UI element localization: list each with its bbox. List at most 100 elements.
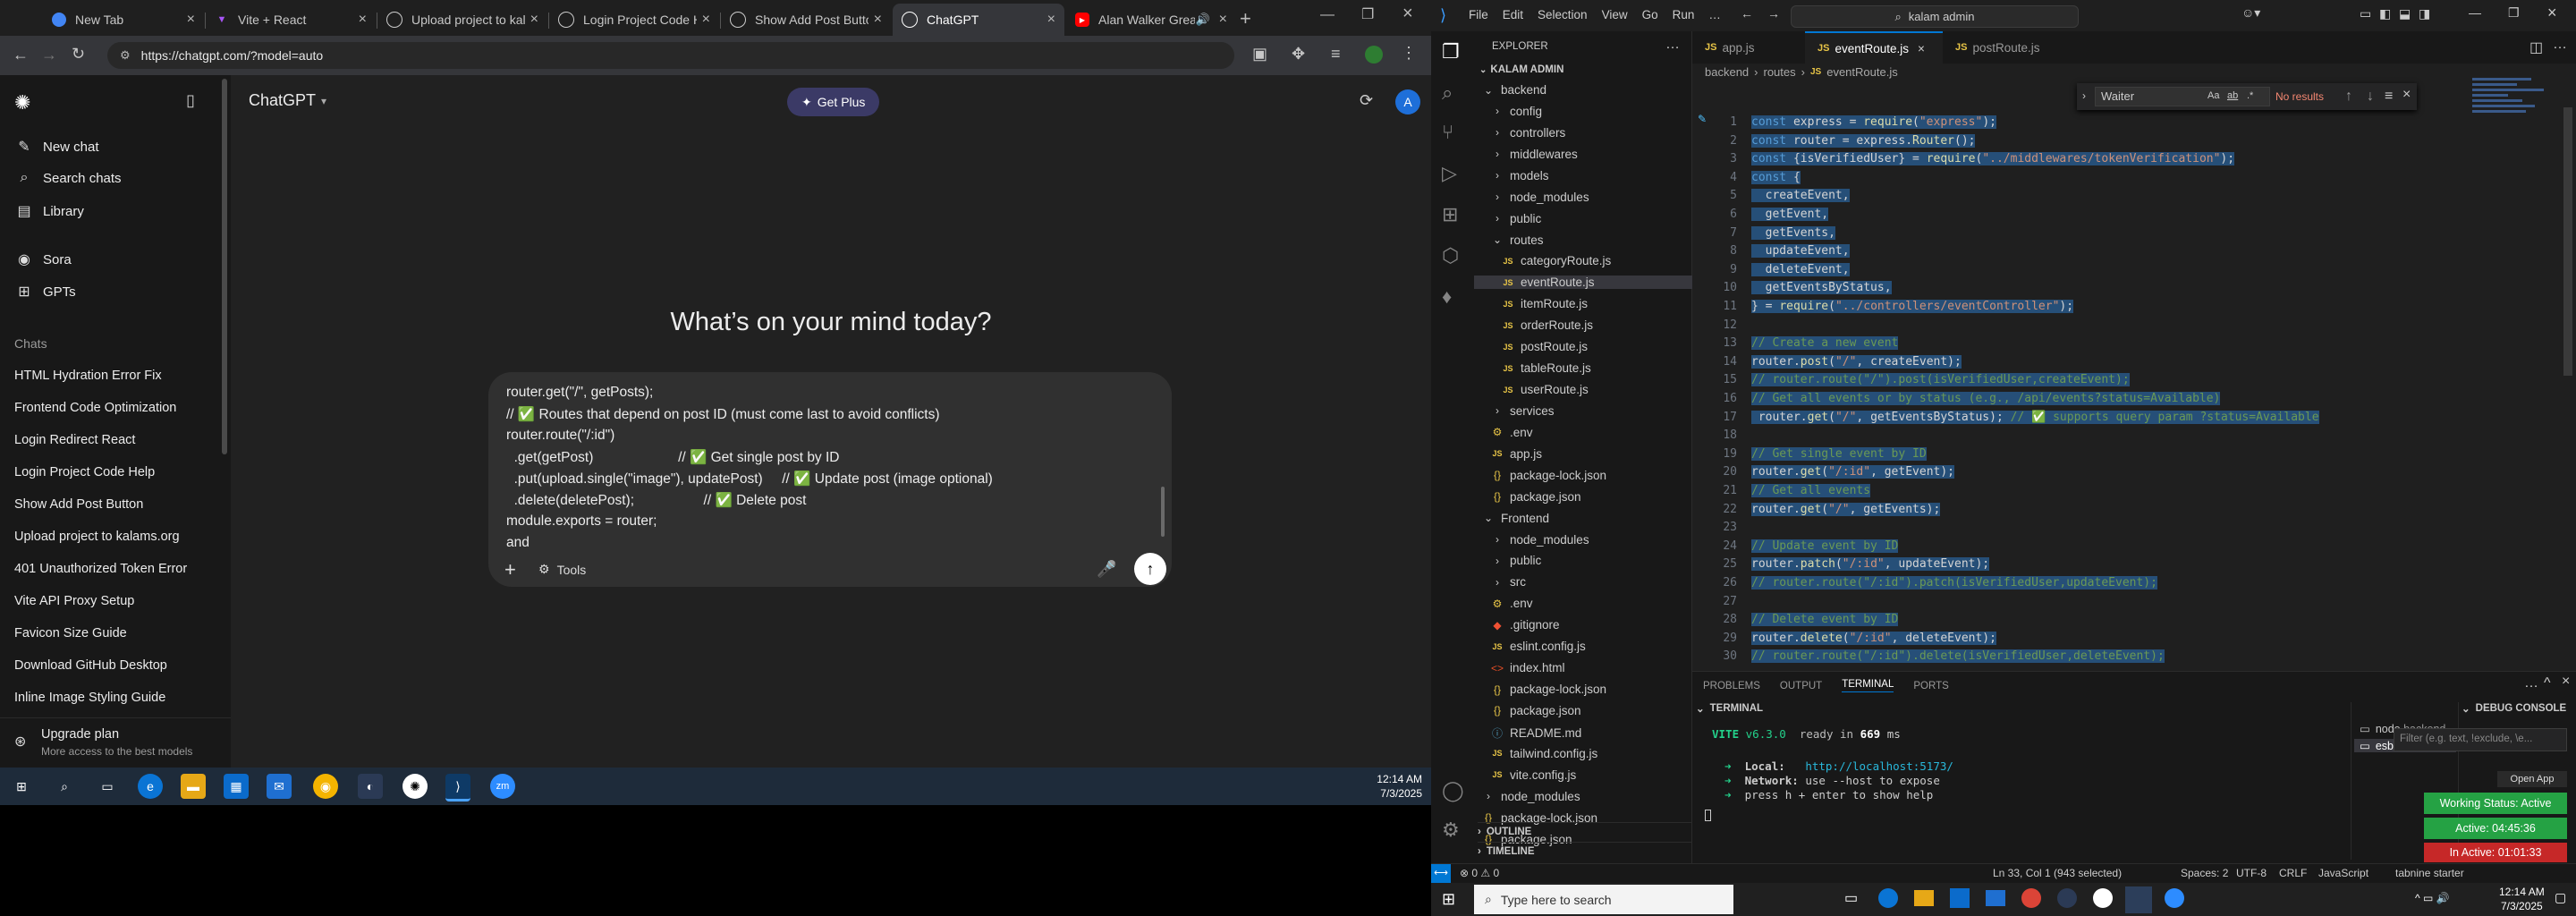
zoom-icon[interactable] — [2165, 888, 2184, 908]
tree-folder[interactable]: › services — [1490, 404, 1555, 418]
tray-icons[interactable]: ^ ▭ 🔊 — [2415, 892, 2450, 904]
code-line[interactable]: // Get single event by ID — [1751, 446, 1927, 461]
code-line[interactable]: const router = express.Router(); — [1751, 133, 1976, 148]
maximize-panel-icon[interactable]: ^ — [2544, 675, 2551, 691]
extension-icon[interactable]: ▣ — [1252, 45, 1267, 64]
previous-match-icon[interactable]: ↑ — [2345, 89, 2352, 105]
edge-icon[interactable] — [1878, 888, 1898, 908]
tab-new-tab[interactable]: New Tab × — [43, 4, 204, 36]
tab-upload-project[interactable]: Upload project to kala × — [377, 4, 547, 36]
indentation[interactable]: Spaces: 2 — [2181, 867, 2228, 879]
minimize-icon[interactable]: — — [2469, 5, 2481, 20]
new-tab-button[interactable]: + — [1240, 7, 1251, 30]
toggle-sidebar-icon[interactable]: ◧ — [2379, 6, 2391, 21]
match-word-toggle[interactable]: ab — [2227, 90, 2238, 101]
reload-icon[interactable]: ↻ — [72, 45, 85, 64]
tab-show-add-post[interactable]: Show Add Post Button × — [721, 4, 891, 36]
source-control-icon[interactable]: ⑂ — [1442, 121, 1453, 144]
window-close-icon[interactable]: × — [1402, 4, 1413, 24]
copilot-icon[interactable]: ☺▾ — [2241, 5, 2260, 21]
debug-filter-input[interactable]: Filter (e.g. text, !exclude, \e... — [2394, 728, 2567, 751]
composer-line[interactable]: router.route("/:id") — [506, 428, 614, 444]
tree-folder[interactable]: ⌄ Frontend — [1481, 512, 1549, 525]
code-line[interactable]: // router.route("/").post(isVerifiedUser… — [1751, 373, 2130, 387]
tree-folder[interactable]: › src — [1490, 575, 1526, 589]
chrome-canary-icon[interactable] — [2057, 888, 2077, 908]
code-line[interactable]: // Update event by ID — [1751, 539, 1899, 553]
get-plus-button[interactable]: ✦ Get Plus — [787, 88, 880, 116]
remote-icon[interactable]: ⬡ — [1442, 244, 1459, 267]
maximize-icon[interactable]: ❐ — [1361, 5, 1374, 23]
code-line[interactable]: // Delete event by ID — [1751, 613, 1899, 627]
taskbar-search[interactable]: ⌕ Type here to search — [1474, 885, 1733, 914]
editor-tab-event-route[interactable]: JS eventRoute.js × — [1805, 31, 1943, 64]
nav-back-icon[interactable]: ← — [1741, 6, 1753, 21]
speaker-icon[interactable]: 🔊 — [1195, 13, 1209, 27]
close-icon[interactable]: × — [187, 12, 195, 28]
tools-button[interactable]: ⚙ Tools — [538, 562, 586, 577]
more-actions-icon[interactable]: … — [1665, 37, 1680, 53]
code-line[interactable]: const express = require("express"); — [1751, 115, 1996, 129]
code-line[interactable]: updateEvent, — [1751, 244, 1850, 259]
split-editor-icon[interactable]: ◫ — [2529, 38, 2543, 56]
tree-file[interactable]: ⚙ .env — [1490, 426, 1533, 439]
composer-line[interactable]: .get(getPost) // ✅ Get single post by ID — [506, 449, 840, 466]
send-button[interactable]: ↑ — [1134, 553, 1166, 585]
upgrade-plan[interactable]: ⊛ Upgrade plan More access to the best m… — [0, 717, 231, 765]
code-line[interactable]: router.get("/", getEvents); — [1751, 502, 1941, 516]
mongodb-icon[interactable]: ♦ — [1442, 285, 1452, 309]
menu-go[interactable]: Go — [1642, 8, 1658, 21]
tab-alan-walker[interactable]: ▶ Alan Walker Grea 🔊 × — [1066, 4, 1236, 36]
find-in-selection-icon[interactable]: ≡ — [2385, 89, 2393, 105]
sidebar-item-gpts[interactable]: ⊞ GPTs — [14, 283, 75, 301]
minimize-icon[interactable]: — — [1320, 7, 1335, 23]
profile-avatar[interactable] — [1365, 46, 1383, 64]
code-line[interactable]: getEvent, — [1751, 208, 1829, 221]
tree-file[interactable]: JS eventRoute.js — [1474, 276, 1692, 290]
chatgpt-app-icon[interactable]: ✺ — [402, 774, 428, 799]
tab-output[interactable]: OUTPUT — [1780, 681, 1822, 691]
address-bar[interactable]: ⚙ https://chatgpt.com/?model=auto — [107, 42, 1234, 69]
tree-file[interactable]: JS tableRoute.js — [1501, 361, 1590, 375]
menu-more-icon[interactable]: … — [1708, 8, 1721, 21]
tabnine-status[interactable]: tabnine starter — [2395, 867, 2464, 879]
tree-file[interactable]: ⓘ README.md — [1490, 725, 1581, 741]
composer-line[interactable]: module.exports = router; — [506, 513, 657, 530]
code-line[interactable]: router.get("/", getEventsByStatus); // ✅… — [1751, 410, 2319, 424]
minimap[interactable] — [2472, 75, 2562, 147]
tree-folder[interactable]: ⌄ routes — [1490, 233, 1544, 247]
sidebar-toggle-icon[interactable]: ▯ — [186, 91, 195, 110]
remote-indicator-icon[interactable]: ⟷ — [1431, 864, 1451, 883]
chat-item[interactable]: Frontend Code Optimization — [14, 401, 176, 415]
cursor-position[interactable]: Ln 33, Col 1 (943 selected) — [1993, 867, 2122, 879]
chat-item[interactable]: HTML Hydration Error Fix — [14, 369, 162, 383]
tree-file[interactable]: JS userRoute.js — [1501, 383, 1588, 396]
open-app-button[interactable]: Open App — [2497, 771, 2567, 787]
tree-file[interactable]: {} package.json — [1490, 490, 1581, 504]
chat-item[interactable]: 401 Unauthorized Token Error — [14, 562, 187, 576]
lightbulb-icon[interactable]: ✎ — [1698, 113, 1707, 125]
problems-count[interactable]: ⊗ 0 ⚠ 0 — [1460, 867, 1499, 879]
tree-folder[interactable]: ⌄ backend — [1481, 83, 1546, 97]
tree-folder[interactable]: › public — [1490, 212, 1541, 225]
file-explorer-icon[interactable]: ▬ — [181, 774, 206, 799]
debug-console-header[interactable]: ⌄ DEBUG CONSOLE — [2462, 702, 2566, 715]
chevron-right-icon[interactable]: › — [2082, 89, 2086, 102]
close-icon[interactable]: × — [1918, 42, 1925, 55]
window-close-icon[interactable]: × — [2547, 4, 2557, 22]
taskbar-clock-time[interactable]: 12:14 AM — [2499, 886, 2545, 898]
tab-chatgpt[interactable]: ChatGPT × — [893, 4, 1064, 36]
tree-folder[interactable]: › middlewares — [1490, 148, 1578, 161]
chat-item[interactable]: Inline Image Styling Guide — [14, 691, 165, 705]
tree-file[interactable]: ◆ .gitignore — [1490, 618, 1559, 632]
code-line[interactable]: // Get all events or by status (e.g., /a… — [1751, 392, 2221, 405]
explorer-icon[interactable]: ❐ — [1442, 40, 1460, 64]
close-icon[interactable]: × — [702, 12, 710, 28]
project-root[interactable]: ⌄ KALAM ADMIN — [1479, 64, 1563, 75]
code-line[interactable]: // Get all events — [1751, 484, 1871, 497]
tree-file[interactable]: JS vite.config.js — [1490, 768, 1576, 782]
tree-file[interactable]: JS postRoute.js — [1501, 340, 1588, 353]
composer-line[interactable]: .delete(deletePost); // ✅ Delete post — [506, 492, 807, 509]
add-attachment-button[interactable]: + — [504, 558, 516, 581]
composer-line[interactable]: router.get("/", getPosts); — [506, 385, 653, 401]
